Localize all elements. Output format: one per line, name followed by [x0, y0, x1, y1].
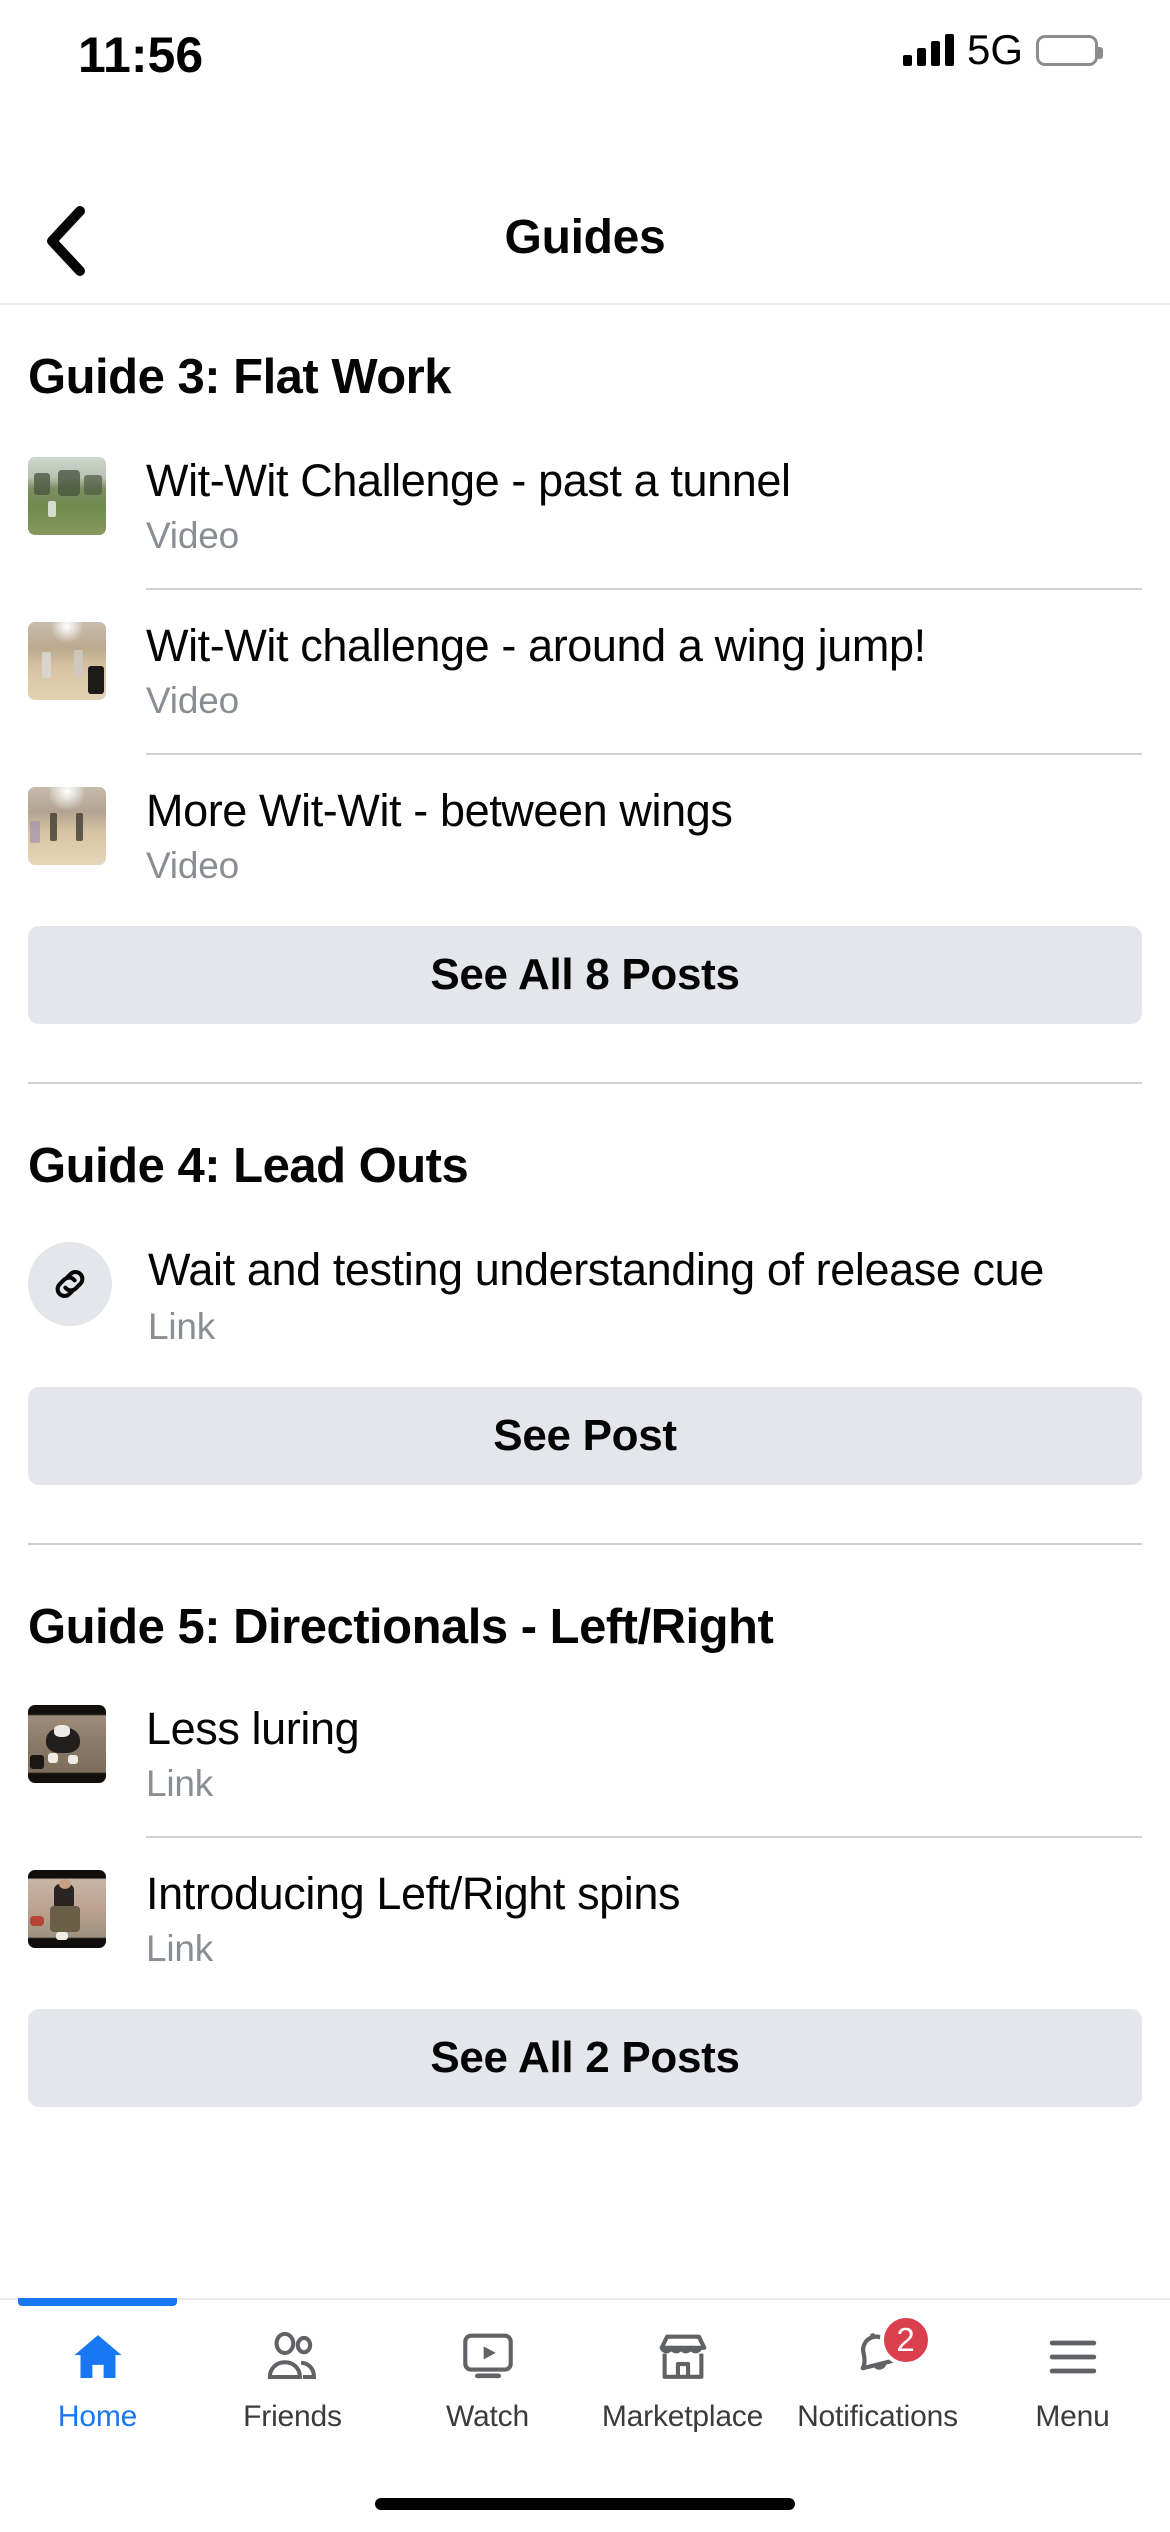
list-item[interactable]: Introducing Left/Right spins Link [0, 1866, 1170, 1973]
page-title: Guides [504, 211, 666, 264]
list-item-title: Wit-Wit challenge - around a wing jump! [146, 620, 926, 671]
guide-section: Guide 4: Lead Outs Wait and testing unde… [0, 1084, 1170, 1545]
navigation-header: Guides [0, 105, 1170, 305]
list-item[interactable]: Wait and testing understanding of releas… [0, 1240, 1170, 1351]
active-tab-indicator [18, 2298, 177, 2306]
list-item-title: Introducing Left/Right spins [146, 1868, 681, 1919]
thumbnail-indoor-hall [28, 622, 106, 700]
tab-label: Marketplace [601, 2400, 764, 2433]
list-item-body: Less luring Link [146, 1701, 1142, 1808]
tab-label: Notifications [797, 2400, 958, 2433]
cellular-bars-icon [902, 34, 954, 66]
status-bar-indicators: 5G [902, 26, 1103, 73]
list-item-body: More Wit-Wit - between wings Video [146, 783, 1142, 890]
notification-badge: 2 [879, 2314, 932, 2366]
tab-marketplace[interactable]: Marketplace [585, 2300, 780, 2468]
thumbnail-outdoor-field [28, 457, 106, 535]
battery-icon [1036, 34, 1103, 66]
status-bar-time: 11:56 [78, 27, 204, 83]
friends-icon [262, 2326, 324, 2388]
bell-icon: 2 [850, 2314, 932, 2388]
guide-section-title: Guide 3: Flat Work [28, 350, 451, 404]
guides-list[interactable]: Guide 3: Flat Work Wit-Wit Challenge - p… [0, 307, 1170, 2298]
list-divider [146, 588, 1142, 590]
list-item-title: Wit-Wit Challenge - past a tunnel [146, 455, 791, 506]
home-indicator [375, 2498, 795, 2510]
link-icon [28, 1242, 112, 1326]
list-item[interactable]: More Wit-Wit - between wings Video [0, 783, 1170, 890]
thumbnail-person-crouch [28, 1870, 106, 1948]
list-item[interactable]: Wit-Wit Challenge - past a tunnel Video [0, 453, 1170, 560]
list-item-title: Wait and testing understanding of releas… [148, 1244, 1044, 1295]
tab-label: Home [57, 2400, 138, 2433]
tab-label: Friends [243, 2400, 342, 2433]
tab-notifications[interactable]: 2 Notifications [780, 2300, 975, 2468]
list-item-title: More Wit-Wit - between wings [146, 785, 733, 836]
home-icon [69, 2326, 127, 2388]
list-item-body: Wait and testing understanding of releas… [148, 1240, 1142, 1351]
thumbnail-indoor-wings [28, 787, 106, 865]
list-item-title: Less luring [146, 1703, 360, 1754]
see-post-button[interactable]: See Post [28, 1387, 1142, 1485]
list-divider [146, 753, 1142, 755]
guide-section: Guide 3: Flat Work Wit-Wit Challenge - p… [0, 307, 1170, 1084]
list-item-body: Wit-Wit Challenge - past a tunnel Video [146, 453, 1142, 560]
bottom-tab-bar: Home Friends Watch Marketplace 2 Notific… [0, 2298, 1170, 2532]
list-item-type: Link [146, 1763, 214, 1804]
tab-watch[interactable]: Watch [390, 2300, 585, 2468]
tab-label: Menu [1035, 2400, 1110, 2433]
network-type-label: 5G [966, 26, 1023, 73]
thumbnail-dog-floor [28, 1705, 106, 1783]
guide-section-title: Guide 4: Lead Outs [28, 1139, 469, 1193]
tab-home[interactable]: Home [0, 2298, 195, 2468]
list-item[interactable]: Less luring Link [0, 1701, 1170, 1808]
status-bar: 11:56 5G [0, 0, 1170, 105]
list-item-body: Wit-Wit challenge - around a wing jump! … [146, 618, 1142, 725]
list-item[interactable]: Wit-Wit challenge - around a wing jump! … [0, 618, 1170, 725]
list-item-type: Video [146, 515, 239, 556]
list-item-type: Link [146, 1928, 214, 1969]
see-all-posts-button[interactable]: See All 8 Posts [28, 926, 1142, 1024]
guide-section: Guide 5: Directionals - Left/Right Less … [0, 1545, 1170, 2107]
list-item-body: Introducing Left/Right spins Link [146, 1866, 1142, 1973]
list-item-type: Video [146, 680, 239, 721]
tab-label: Watch [446, 2400, 529, 2433]
tab-menu[interactable]: Menu [975, 2300, 1170, 2468]
list-item-type: Video [146, 845, 239, 886]
list-divider [146, 1836, 1142, 1838]
phone-screen: 11:56 5G Guides Guide 3: Flat Work Wit-W… [0, 0, 1170, 2532]
marketplace-icon [654, 2326, 712, 2388]
tab-friends[interactable]: Friends [195, 2300, 390, 2468]
hamburger-menu-icon [1044, 2326, 1102, 2388]
guide-section-title: Guide 5: Directionals - Left/Right [28, 1600, 774, 1654]
see-all-posts-button[interactable]: See All 2 Posts [28, 2009, 1142, 2107]
watch-icon [459, 2326, 517, 2388]
list-item-type: Link [148, 1306, 216, 1347]
